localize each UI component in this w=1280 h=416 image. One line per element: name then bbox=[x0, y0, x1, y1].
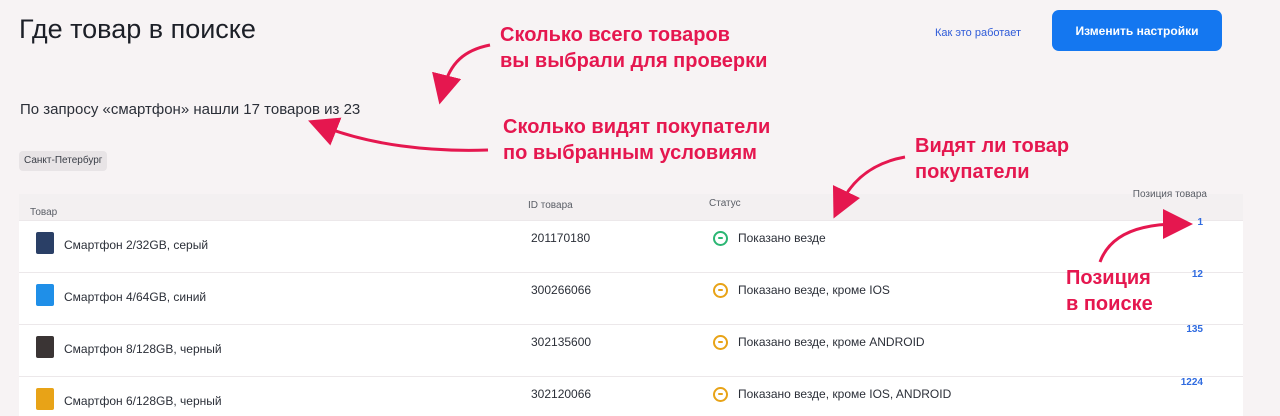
product-name[interactable]: Смартфон 2/32GB, серый bbox=[64, 238, 208, 252]
product-thumbnail bbox=[36, 388, 54, 410]
status-icon bbox=[713, 283, 728, 298]
annotation-visibility: Видят ли товар покупатели bbox=[915, 135, 1070, 183]
products-table: Товар ID товара Статус Позиция товара См… bbox=[19, 189, 1243, 416]
column-header-product: Товар bbox=[30, 207, 58, 218]
status-icon bbox=[713, 335, 728, 350]
annotation-selected-count: Сколько всего товаров вы выбрали для про… bbox=[500, 24, 768, 72]
query-summary: По запросу «смартфон» нашли 17 товаров и… bbox=[20, 101, 361, 118]
search-position: 1 bbox=[1197, 217, 1203, 228]
status-text: Показано везде, кроме IOS, ANDROID bbox=[738, 387, 952, 401]
product-id: 302120066 bbox=[531, 387, 592, 401]
product-name[interactable]: Смартфон 6/128GB, черный bbox=[64, 394, 222, 408]
settings-button[interactable]: Изменить настройки bbox=[1052, 10, 1222, 51]
table-row[interactable]: Смартфон 2/32GB, серый 201170180 Показан… bbox=[19, 220, 1243, 272]
status-text: Показано везде, кроме ANDROID bbox=[738, 335, 925, 349]
search-position: 12 bbox=[1191, 269, 1203, 280]
table-row[interactable]: Смартфон 8/128GB, черный 302135600 Показ… bbox=[19, 324, 1243, 376]
product-name[interactable]: Смартфон 8/128GB, черный bbox=[64, 342, 222, 356]
page-title: Где товар в поиске bbox=[19, 14, 256, 44]
status-icon bbox=[713, 231, 728, 246]
product-id: 302135600 bbox=[531, 335, 592, 349]
product-thumbnail bbox=[36, 232, 54, 254]
table-row[interactable]: Смартфон 6/128GB, черный 302120066 Показ… bbox=[19, 376, 1243, 416]
status-icon bbox=[713, 387, 728, 402]
column-header-status: Статус bbox=[709, 198, 741, 209]
page: Где товар в поиске Как это работает Изме… bbox=[0, 0, 1280, 416]
product-thumbnail bbox=[36, 284, 54, 306]
search-position: 135 bbox=[1186, 324, 1203, 335]
search-position: 1224 bbox=[1180, 377, 1203, 388]
annotation-visible-count: Сколько видят покупатели по выбранным ус… bbox=[503, 116, 771, 164]
table-header: Товар ID товара Статус Позиция товара bbox=[19, 189, 1243, 220]
arrow-to-found bbox=[308, 117, 489, 152]
region-chip: Санкт-Петербург bbox=[19, 151, 108, 171]
table-row[interactable]: Смартфон 4/64GB, синий 300266066 Показан… bbox=[19, 272, 1243, 324]
column-header-position: Позиция товара bbox=[1132, 189, 1207, 200]
product-id: 201170180 bbox=[531, 231, 591, 245]
help-link[interactable]: Как это работает bbox=[935, 27, 1021, 39]
status-text: Показано везде, кроме IOS bbox=[738, 283, 890, 297]
column-header-id: ID товара bbox=[528, 200, 573, 211]
product-name[interactable]: Смартфон 4/64GB, синий bbox=[64, 290, 206, 304]
product-id: 300266066 bbox=[531, 283, 592, 297]
status-text: Показано везде bbox=[738, 231, 826, 245]
annotation-position: Позиция в поиске bbox=[1066, 267, 1153, 315]
arrow-to-total bbox=[432, 43, 491, 105]
product-thumbnail bbox=[36, 336, 54, 358]
